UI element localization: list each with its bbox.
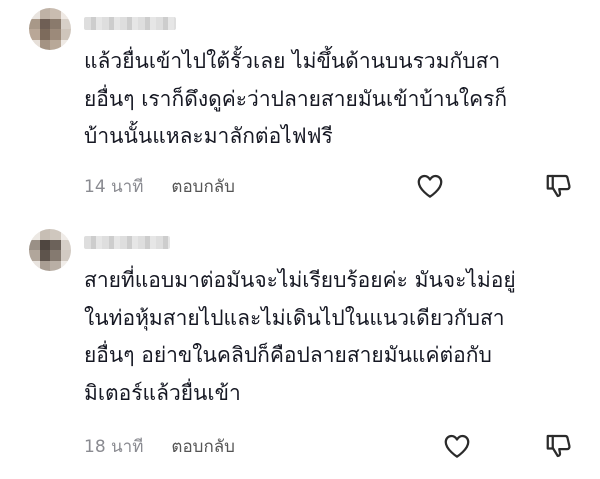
username-blurred[interactable] <box>84 236 170 249</box>
comment-text: แล้วยื่นเข้าไปใต้รั้วเลย ไม่ขึ้นด้านบนรว… <box>84 49 508 148</box>
comment-text: สายที่แอบมาต่อมันจะไม่เรียบร้อยค่ะ มันจะ… <box>84 268 516 405</box>
comment-timestamp: 18 นาที <box>84 436 144 457</box>
reply-button[interactable]: ตอบกลับ <box>171 173 235 200</box>
reply-button[interactable]: ตอบกลับ <box>171 433 235 460</box>
heart-outline-icon[interactable] <box>415 171 445 201</box>
comment-meta: 14 นาที ตอบกลับ <box>84 174 235 198</box>
thumbs-down-outline-icon[interactable] <box>544 431 574 461</box>
thumbs-down-outline-icon[interactable] <box>544 171 574 201</box>
comment-timestamp: 14 นาที <box>84 176 144 197</box>
username-blurred[interactable] <box>84 17 176 30</box>
avatar[interactable] <box>29 8 71 50</box>
heart-outline-icon[interactable] <box>442 431 472 461</box>
avatar[interactable] <box>29 229 71 271</box>
comment-meta: 18 นาที ตอบกลับ <box>84 434 235 458</box>
